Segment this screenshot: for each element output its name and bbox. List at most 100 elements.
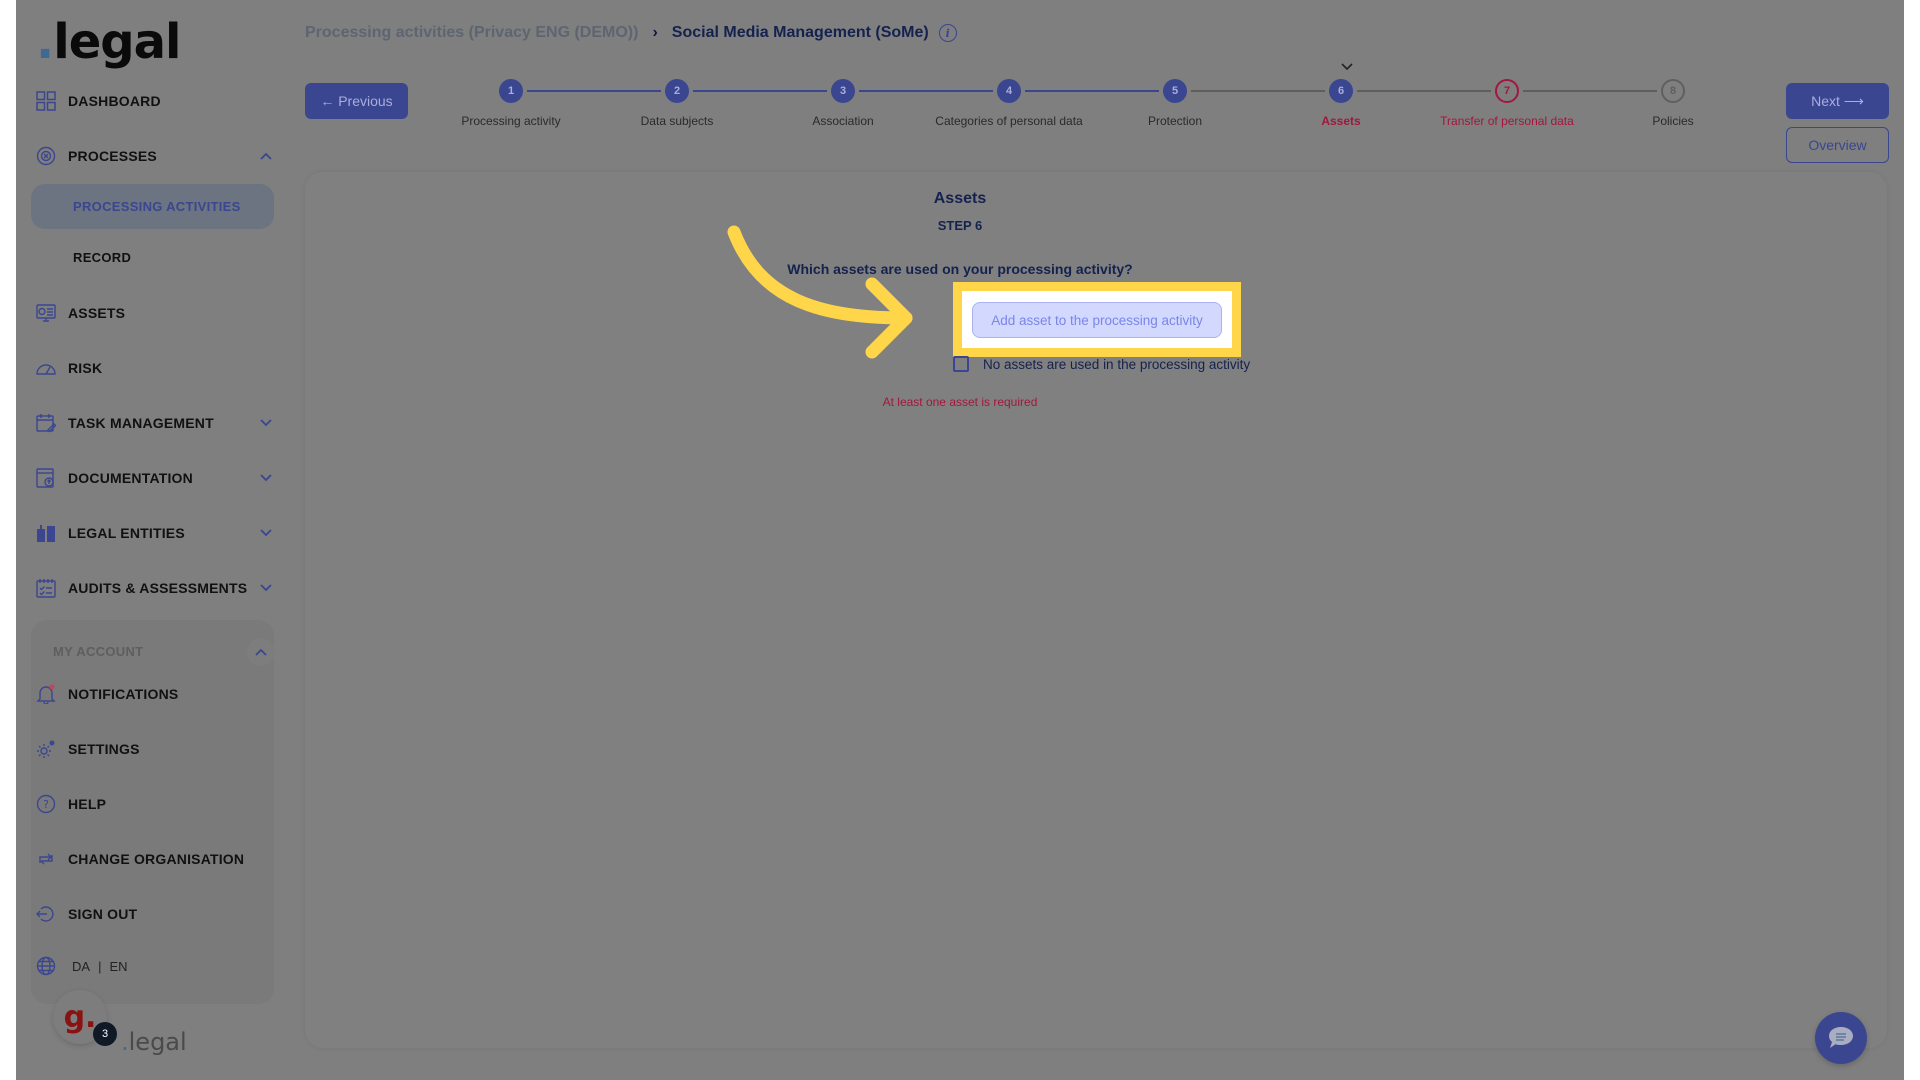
audits-icon [36, 578, 56, 598]
app-logo[interactable]: .legal [36, 14, 181, 70]
stepper-step-1[interactable]: 1 Processing activity [431, 79, 591, 128]
sidebar-item-settings[interactable]: SETTINGS [36, 734, 286, 764]
language-separator: | [98, 958, 102, 974]
step-label: Data subjects [640, 114, 714, 128]
sidebar-item-label: CHANGE ORGANISATION [68, 851, 245, 867]
stepper-step-2[interactable]: 2 Data subjects [597, 79, 757, 128]
language-switcher: DA | EN [36, 956, 128, 976]
sidebar-item-processes[interactable]: PROCESSES [36, 141, 286, 171]
help-icon: ? [36, 794, 56, 814]
svg-text:?: ? [43, 798, 49, 811]
chat-bubble-icon [1829, 1027, 1853, 1048]
processes-icon [36, 146, 56, 166]
step-circle: 2 [665, 79, 689, 103]
sidebar-item-change-organisation[interactable]: CHANGE ORGANISATION [36, 844, 286, 874]
sidebar-item-risk[interactable]: RISK [36, 353, 286, 383]
bell-icon [36, 684, 56, 704]
chevron-down-icon[interactable] [260, 526, 272, 540]
stepper-step-4[interactable]: 4 Categories of personal data [929, 79, 1089, 128]
stepper-step-3[interactable]: 3 Association [763, 79, 923, 128]
no-assets-checkbox[interactable] [953, 356, 969, 372]
app-window: .legal DASHBOARD PROCESSES PROCESSING AC… [16, 0, 1904, 1080]
task-calendar-icon [36, 413, 56, 433]
globe-icon [36, 956, 56, 976]
step-label: Policies [1652, 114, 1694, 128]
step-circle: 8 [1661, 79, 1685, 103]
sidebar-item-sign-out[interactable]: SIGN OUT [36, 899, 286, 929]
sidebar-item-audits-assessments[interactable]: AUDITS & ASSESSMENTS [36, 573, 286, 603]
breadcrumb-chevron-icon: › [652, 24, 658, 41]
step-label: Categories of personal data [935, 114, 1083, 128]
risk-gauge-icon [36, 358, 56, 378]
overview-button[interactable]: Overview [1786, 127, 1889, 163]
chevron-up-icon[interactable] [260, 149, 272, 163]
step-label: Association [812, 114, 874, 128]
chevron-up-icon [255, 648, 267, 656]
stepper-step-6[interactable]: 6 Assets [1261, 79, 1421, 128]
chevron-down-icon[interactable] [260, 471, 272, 485]
next-button[interactable]: Next ⟶ [1786, 83, 1889, 119]
validation-error-message: At least one asset is required [882, 395, 1038, 409]
sidebar-item-notifications[interactable]: NOTIFICATIONS [36, 679, 286, 709]
sidebar-item-label: HELP [68, 796, 107, 812]
step-label: Processing activity [461, 114, 561, 128]
step-circle: 7 [1495, 79, 1519, 103]
sidebar-item-label: AUDITS & ASSESSMENTS [68, 580, 248, 596]
step-title: Assets [933, 190, 987, 207]
assets-question: Which assets are used on your processing… [787, 261, 1133, 277]
sidebar-item-label: SIGN OUT [68, 906, 138, 922]
sidebar-item-label: DOCUMENTATION [68, 470, 193, 486]
legal-entities-icon [36, 523, 56, 543]
swap-icon [36, 849, 56, 869]
sidebar-item-label: LEGAL ENTITIES [68, 525, 185, 541]
step-label: Assets [1321, 114, 1361, 128]
step-label: Protection [1147, 114, 1203, 128]
current-step-chevron-icon [1341, 60, 1353, 74]
step-label: Transfer of personal data [1440, 114, 1574, 128]
chevron-down-icon[interactable] [260, 416, 272, 430]
info-icon[interactable]: i [938, 24, 957, 42]
account-title: MY ACCOUNT [53, 644, 144, 659]
organisation-badge-count: 3 [93, 1022, 117, 1046]
no-assets-checkbox-label: No assets are used in the processing act… [983, 356, 1251, 372]
sidebar-item-label: ASSETS [68, 305, 126, 321]
sidebar-item-dashboard[interactable]: DASHBOARD [36, 86, 286, 116]
gear-icon [36, 739, 56, 759]
step-circle: 6 [1329, 79, 1353, 103]
language-da[interactable]: DA [72, 959, 90, 974]
stepper-step-7[interactable]: 7 Transfer of personal data [1427, 79, 1587, 128]
documentation-icon [36, 468, 56, 488]
sidebar-item-label: NOTIFICATIONS [68, 686, 179, 702]
step-number-label: STEP 6 [937, 218, 983, 233]
sidebar-item-task-management[interactable]: TASK MANAGEMENT [36, 408, 286, 438]
sidebar-item-label: PROCESSES [68, 148, 157, 164]
sidebar-item-help[interactable]: ? HELP [36, 789, 286, 819]
step-circle: 4 [997, 79, 1021, 103]
account-collapse-button[interactable] [247, 638, 275, 666]
chevron-down-icon[interactable] [260, 581, 272, 595]
chat-button[interactable] [1815, 1012, 1867, 1064]
add-asset-button[interactable]: Add asset to the processing activity [972, 302, 1222, 338]
step-circle: 3 [831, 79, 855, 103]
stepper-step-8[interactable]: 8 Policies [1593, 79, 1753, 128]
sidebar-item-label: RISK [68, 360, 103, 376]
sidebar-item-label: SETTINGS [68, 741, 140, 757]
stepper-step-5[interactable]: 5 Protection [1095, 79, 1255, 128]
dashboard-grid-icon [36, 91, 56, 111]
no-assets-checkbox-row[interactable]: No assets are used in the processing act… [953, 356, 1250, 372]
sidebar-item-assets[interactable]: ASSETS [36, 298, 286, 328]
sidebar-item-label: DASHBOARD [68, 93, 161, 109]
breadcrumb-current: Social Media Management (SoMe) [671, 24, 929, 41]
sign-out-icon [36, 904, 56, 924]
sidebar-item-label: TASK MANAGEMENT [68, 415, 214, 431]
step-circle: 5 [1163, 79, 1187, 103]
previous-button[interactable]: ← Previous [305, 83, 408, 119]
step-circle: 1 [499, 79, 523, 103]
breadcrumb: Processing activities (Privacy ENG (DEMO… [305, 24, 957, 42]
sidebar-item-documentation[interactable]: DOCUMENTATION [36, 463, 286, 493]
sidebar-item-legal-entities[interactable]: LEGAL ENTITIES [36, 518, 286, 548]
footer-logo: .legal [121, 1028, 187, 1056]
breadcrumb-parent-link[interactable]: Processing activities (Privacy ENG (DEMO… [305, 24, 638, 42]
assets-icon [36, 303, 56, 323]
language-en[interactable]: EN [109, 959, 127, 974]
